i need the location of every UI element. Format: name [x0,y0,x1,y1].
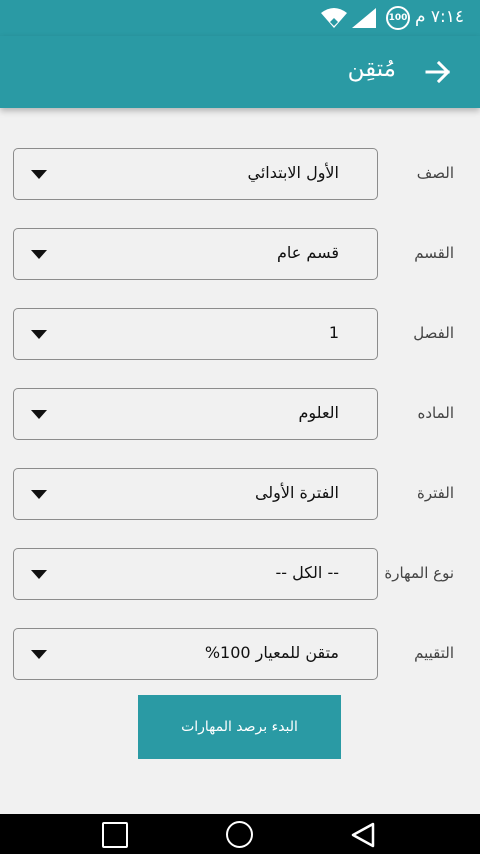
wifi-icon [321,8,347,28]
class-value: 1 [328,323,339,342]
back-icon[interactable] [349,821,377,849]
section-value: قسم عام [277,243,339,262]
app-title: مُتقِن [347,56,396,82]
form-row-section: القسم قسم عام [0,228,480,280]
subject-value: العلوم [298,403,339,422]
grade-label: الصف [416,164,454,182]
dropdown-arrow-icon [31,170,47,179]
form-row-rating: التقييم متقن للمعيار 100% [0,628,480,680]
dropdown-arrow-icon [31,410,47,419]
class-label: الفصل [413,324,454,342]
form-row-class: الفصل 1 [0,308,480,360]
start-skills-button[interactable]: البدء برصد المهارات [138,695,341,759]
subject-select[interactable]: العلوم [13,388,378,440]
recent-apps-icon[interactable] [102,822,128,848]
home-icon[interactable] [226,821,253,848]
form-row-skill-type: نوع المهارة -- الكل -- [0,548,480,600]
status-bar: 100 ٧:١٤ م [0,0,480,36]
rating-label: التقييم [414,644,454,662]
period-value: الفترة الأولى [254,483,339,502]
section-select[interactable]: قسم عام [13,228,378,280]
rating-value: متقن للمعيار 100% [204,643,339,662]
period-label: الفترة [417,484,454,502]
form-row-period: الفترة الفترة الأولى [0,468,480,520]
battery-icon: 100 [386,6,410,30]
dropdown-arrow-icon [31,490,47,499]
form-row-grade: الصف الأول الابتدائي [0,148,480,200]
status-time: ٧:١٤ م [414,7,464,27]
subject-label: الماده [417,404,454,422]
dropdown-arrow-icon [31,330,47,339]
form-row-subject: الماده العلوم [0,388,480,440]
dropdown-arrow-icon [31,250,47,259]
skill-type-label: نوع المهارة [384,564,454,582]
section-label: القسم [414,244,454,262]
skill-type-value: -- الكل -- [275,563,339,582]
arrow-right-icon[interactable] [424,58,452,86]
period-select[interactable]: الفترة الأولى [13,468,378,520]
rating-select[interactable]: متقن للمعيار 100% [13,628,378,680]
class-select[interactable]: 1 [13,308,378,360]
grade-value: الأول الابتدائي [247,163,340,182]
dropdown-arrow-icon [31,650,47,659]
nav-bar [0,814,480,854]
signal-icon [352,8,376,28]
skill-type-select[interactable]: -- الكل -- [13,548,378,600]
app-bar: مُتقِن [0,36,480,108]
grade-select[interactable]: الأول الابتدائي [13,148,378,200]
dropdown-arrow-icon [31,570,47,579]
